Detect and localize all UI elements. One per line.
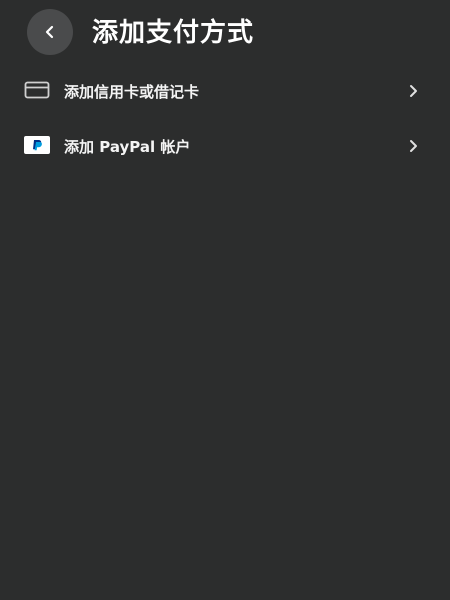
chevron-left-icon	[45, 25, 54, 39]
header: 添加支付方式	[0, 0, 450, 66]
add-card-option[interactable]: 添加信用卡或借记卡	[0, 66, 450, 121]
chevron-right-icon	[410, 140, 417, 152]
add-paypal-label: 添加 PayPal 帐户	[64, 138, 191, 156]
page-title: 添加支付方式	[92, 18, 255, 48]
back-button[interactable]	[27, 9, 73, 55]
add-paypal-option[interactable]: 添加 PayPal 帐户	[0, 121, 450, 176]
credit-card-icon	[24, 80, 50, 100]
add-card-label: 添加信用卡或借记卡	[64, 83, 200, 101]
payment-method-list: 添加信用卡或借记卡 添加 PayPal 帐户	[0, 66, 450, 176]
chevron-right-icon	[410, 85, 417, 97]
paypal-logo-icon	[24, 135, 50, 155]
